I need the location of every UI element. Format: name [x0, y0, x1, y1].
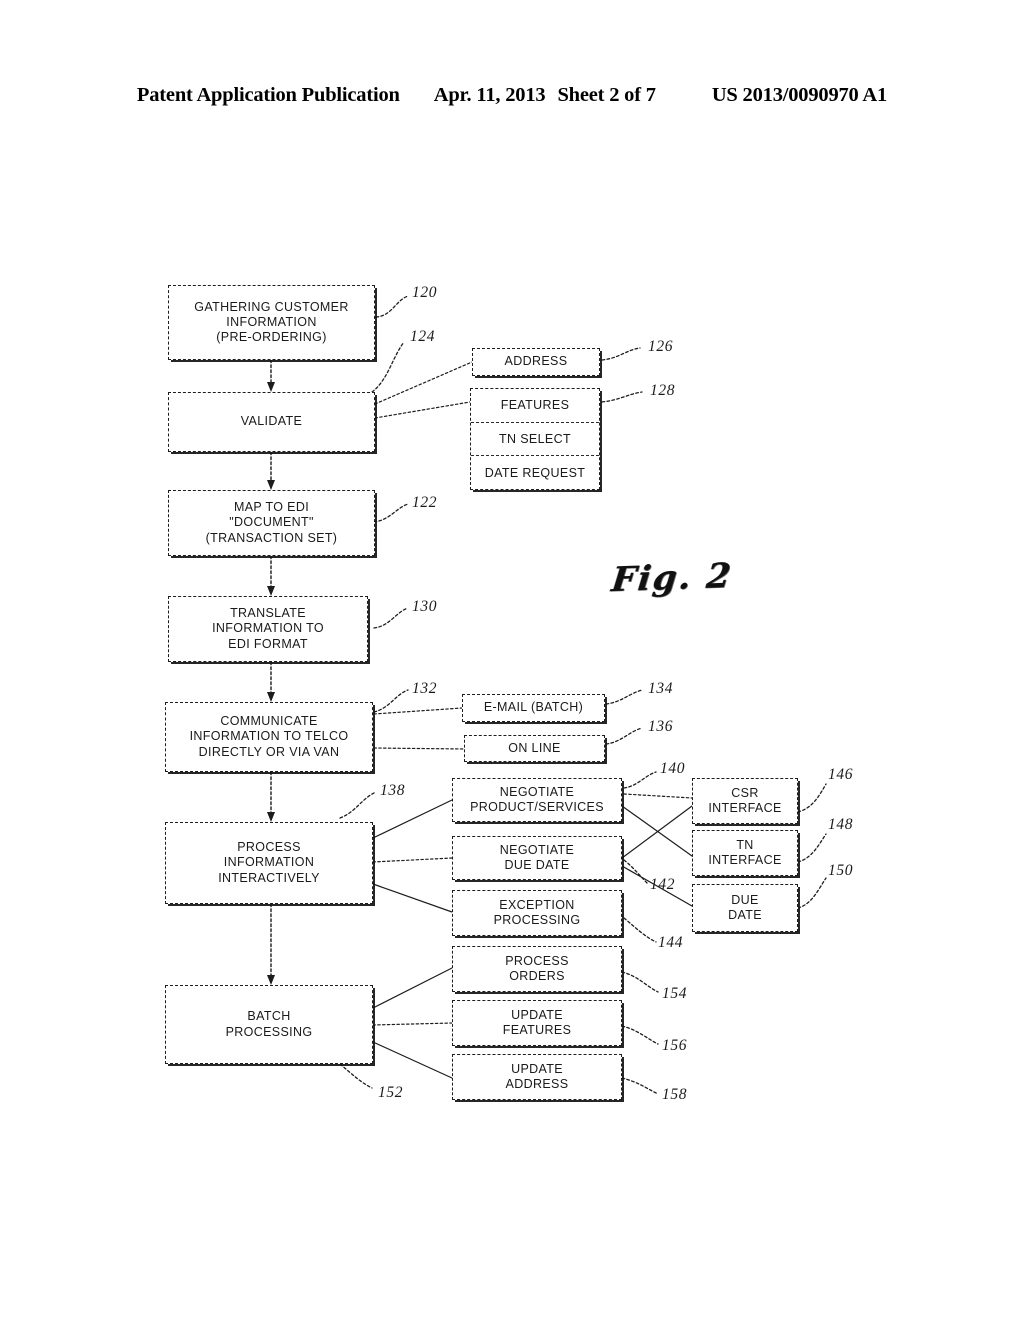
box-date-request[interactable]: DATE REQUEST: [471, 456, 599, 489]
box-communicate-information-to-telco[interactable]: COMMUNICATE INFORMATION TO TELCO DIRECTL…: [165, 702, 373, 772]
box-process-interactive-line-3: INTERACTIVELY: [218, 870, 320, 885]
box-negotiate-product-line-2: PRODUCT/SERVICES: [470, 800, 604, 814]
ref-numeral-138: 138: [380, 782, 406, 799]
box-translate-information-to-edi-format[interactable]: TRANSLATE INFORMATION TO EDI FORMAT: [168, 596, 368, 662]
ref-numeral-148: 148: [828, 816, 854, 833]
box-due-date-line-2: DATE: [728, 908, 762, 922]
box-email-batch[interactable]: E-MAIL (BATCH): [462, 694, 605, 722]
box-process-interactive-line-2: INFORMATION: [223, 855, 315, 870]
box-update-features-line-1: UPDATE: [511, 1007, 563, 1022]
box-address[interactable]: ADDRESS: [472, 348, 600, 376]
figure-2-flowchart: GATHERING CUSTOMER INFORMATION (PRE-ORDE…: [0, 0, 1024, 1320]
connector-lines: [267, 295, 827, 1095]
ref-numeral-146: 146: [828, 766, 854, 783]
box-update-features-line-2: FEATURES: [502, 1023, 572, 1037]
box-on-line-label: ON LINE: [508, 740, 561, 755]
box-gathering-line-3: (PRE-ORDERING): [216, 330, 327, 345]
box-update-address-line-1: UPDATE: [511, 1061, 563, 1076]
box-tn-select[interactable]: TN SELECT: [471, 423, 599, 457]
ref-numeral-152: 152: [378, 1084, 404, 1101]
box-map-to-edi-line-1: MAP TO EDI: [233, 500, 310, 515]
box-due-date[interactable]: DUE DATE: [692, 884, 798, 932]
ref-numeral-120: 120: [412, 284, 438, 301]
box-process-orders[interactable]: PROCESS ORDERS: [452, 946, 622, 992]
ref-numeral-132: 132: [412, 680, 438, 697]
ref-numeral-140: 140: [660, 760, 686, 777]
box-communicate-line-3: DIRECTLY OR VIA VAN: [198, 744, 340, 759]
figure-label: Fig. 2: [609, 555, 735, 601]
box-translate-line-2: INFORMATION TO: [212, 621, 324, 636]
patent-page: Patent Application Publication Apr. 11, …: [0, 0, 1024, 1320]
box-communicate-line-1: COMMUNICATE: [220, 714, 318, 729]
box-process-information-interactively[interactable]: PROCESS INFORMATION INTERACTIVELY: [165, 822, 373, 904]
stack-validate-details: FEATURES TN SELECT DATE REQUEST: [470, 388, 600, 490]
box-exception-processing[interactable]: EXCEPTION PROCESSING: [452, 890, 622, 936]
ref-numeral-154: 154: [662, 985, 688, 1002]
box-map-to-edi-line-2: "DOCUMENT": [229, 515, 314, 530]
box-process-orders-line-2: ORDERS: [509, 969, 565, 983]
ref-numeral-124: 124: [410, 328, 436, 345]
box-batch-processing-line-2: PROCESSING: [225, 1024, 313, 1039]
ref-numeral-156: 156: [662, 1037, 688, 1054]
box-update-address[interactable]: UPDATE ADDRESS: [452, 1054, 622, 1100]
box-batch-processing[interactable]: BATCH PROCESSING: [165, 985, 373, 1064]
box-email-batch-label: E-MAIL (BATCH): [483, 700, 584, 715]
ref-numeral-136: 136: [648, 718, 674, 735]
ref-numeral-134: 134: [648, 680, 674, 697]
box-csr-interface-line-2: INTERFACE: [708, 801, 782, 815]
box-exception-processing-line-2: PROCESSING: [493, 913, 581, 927]
ref-numeral-130: 130: [412, 598, 438, 615]
box-on-line[interactable]: ON LINE: [464, 735, 605, 762]
box-translate-line-3: EDI FORMAT: [228, 636, 308, 651]
box-tn-interface[interactable]: TN INTERFACE: [692, 830, 798, 876]
ref-numeral-150: 150: [828, 862, 854, 879]
box-update-address-line-2: ADDRESS: [505, 1077, 569, 1091]
box-process-interactive-line-1: PROCESS: [237, 840, 301, 855]
box-negotiate-due-date-line-2: DUE DATE: [504, 858, 570, 872]
box-csr-interface-line-1: CSR: [731, 785, 759, 800]
box-address-label: ADDRESS: [504, 354, 568, 369]
box-features-label: FEATURES: [500, 398, 570, 413]
box-csr-interface[interactable]: CSR INTERFACE: [692, 778, 798, 824]
ref-numeral-158: 158: [662, 1086, 688, 1103]
box-tn-interface-line-2: INTERFACE: [708, 853, 782, 867]
box-negotiate-product-services[interactable]: NEGOTIATE PRODUCT/SERVICES: [452, 778, 622, 822]
box-features[interactable]: FEATURES: [471, 389, 599, 423]
box-validate-label: VALIDATE: [240, 414, 303, 429]
box-map-to-edi-document[interactable]: MAP TO EDI "DOCUMENT" (TRANSACTION SET): [168, 490, 375, 556]
box-map-to-edi-line-3: (TRANSACTION SET): [205, 530, 338, 545]
ref-numeral-142: 142: [650, 876, 676, 893]
box-date-request-label: DATE REQUEST: [484, 465, 586, 480]
ref-numeral-128: 128: [650, 382, 676, 399]
box-batch-processing-line-1: BATCH: [247, 1009, 291, 1024]
box-tn-interface-line-1: TN: [736, 837, 754, 852]
box-negotiate-product-line-1: NEGOTIATE: [499, 784, 575, 799]
box-gathering-line-1: GATHERING CUSTOMER: [194, 299, 349, 314]
box-gathering-customer-information[interactable]: GATHERING CUSTOMER INFORMATION (PRE-ORDE…: [168, 285, 375, 360]
box-gathering-line-2: INFORMATION: [226, 314, 317, 329]
ref-numeral-126: 126: [648, 338, 674, 355]
box-update-features[interactable]: UPDATE FEATURES: [452, 1000, 622, 1046]
box-due-date-line-1: DUE: [731, 892, 759, 907]
box-validate[interactable]: VALIDATE: [168, 392, 375, 452]
box-translate-line-1: TRANSLATE: [230, 606, 306, 621]
box-tn-select-label: TN SELECT: [499, 432, 571, 446]
box-communicate-line-2: INFORMATION TO TELCO: [189, 729, 349, 744]
box-process-orders-line-1: PROCESS: [505, 953, 569, 968]
box-negotiate-due-date[interactable]: NEGOTIATE DUE DATE: [452, 836, 622, 880]
box-exception-processing-line-1: EXCEPTION: [499, 897, 575, 912]
ref-numeral-144: 144: [658, 934, 684, 951]
ref-numeral-122: 122: [412, 494, 438, 511]
box-negotiate-due-date-line-1: NEGOTIATE: [499, 842, 575, 857]
